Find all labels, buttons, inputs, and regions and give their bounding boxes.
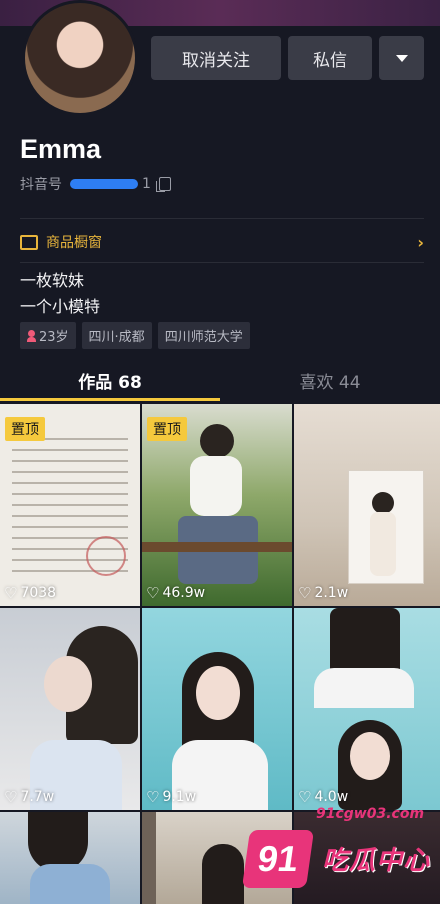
watermark-text: 吃瓜中心 bbox=[322, 846, 431, 876]
figure-body bbox=[314, 668, 414, 708]
active-tab-indicator bbox=[0, 398, 220, 401]
video-thumbnail[interactable] bbox=[0, 812, 140, 904]
douyin-id: 抖音号 1 bbox=[20, 174, 171, 194]
like-count: ♡ 46.9w bbox=[146, 584, 205, 602]
pinned-badge: 置顶 bbox=[5, 417, 45, 441]
tab-works[interactable]: 作品 68 bbox=[0, 360, 220, 400]
divider bbox=[20, 262, 424, 263]
heart-icon: ♡ bbox=[146, 788, 160, 806]
douyin-id-label: 抖音号 bbox=[20, 177, 62, 193]
redacted-id bbox=[70, 179, 138, 189]
video-thumbnail[interactable]: 置顶 ♡ 46.9w bbox=[142, 404, 292, 606]
profile-tags: 23岁 四川·成都 四川师范大学 bbox=[20, 322, 250, 349]
bio-line: 一个小模特 bbox=[20, 297, 101, 316]
message-button[interactable]: 私信 bbox=[288, 36, 372, 80]
figure-body bbox=[190, 456, 242, 516]
like-count: ♡ 2.1w bbox=[298, 584, 348, 602]
like-count-value: 9.1w bbox=[162, 789, 197, 805]
shop-icon bbox=[20, 234, 38, 250]
bench bbox=[142, 542, 292, 552]
heart-icon: ♡ bbox=[298, 788, 312, 806]
figure-body bbox=[370, 512, 396, 576]
site-watermark: 91 91cgw03.com 吃瓜中心 bbox=[240, 806, 430, 892]
like-count: ♡ 7038 bbox=[4, 584, 56, 602]
age-label: 23岁 bbox=[39, 330, 69, 345]
unfollow-button[interactable]: 取消关注 bbox=[151, 36, 281, 80]
heart-icon: ♡ bbox=[4, 788, 18, 806]
like-count: ♡ 9.1w bbox=[146, 788, 196, 806]
video-thumbnail[interactable]: ♡ 9.1w bbox=[142, 608, 292, 810]
like-count: ♡ 4.0w bbox=[298, 788, 348, 806]
like-count-value: 7038 bbox=[20, 585, 57, 601]
female-icon bbox=[27, 329, 36, 342]
more-button[interactable] bbox=[379, 36, 424, 80]
figure-hair bbox=[202, 844, 244, 904]
like-count-value: 4.0w bbox=[314, 789, 349, 805]
chevron-down-icon bbox=[395, 54, 408, 62]
like-count: ♡ 7.7w bbox=[4, 788, 54, 806]
avatar[interactable] bbox=[22, 0, 138, 116]
like-count-value: 2.1w bbox=[314, 585, 349, 601]
school-tag: 四川师范大学 bbox=[157, 322, 250, 349]
bio-line: 一枚软妹 bbox=[20, 271, 85, 290]
figure-head bbox=[200, 424, 234, 458]
like-count-value: 46.9w bbox=[162, 585, 206, 601]
video-thumbnail[interactable]: ♡ 2.1w bbox=[294, 404, 440, 606]
douyin-id-suffix: 1 bbox=[142, 176, 151, 192]
age-tag: 23岁 bbox=[20, 322, 76, 349]
door-frame bbox=[142, 812, 156, 904]
shop-window-label: 商品橱窗 bbox=[46, 235, 102, 251]
heart-icon: ♡ bbox=[146, 584, 160, 602]
chevron-right-icon: › bbox=[417, 232, 424, 252]
figure-face bbox=[44, 656, 92, 712]
video-thumbnail[interactable]: ♡ 4.0w bbox=[294, 608, 440, 810]
heart-icon: ♡ bbox=[4, 584, 18, 602]
bio: 一枚软妹 一个小模特 bbox=[20, 268, 100, 320]
video-thumbnail[interactable]: 置顶 ♡ 7038 bbox=[0, 404, 140, 606]
watermark-url: 91cgw03.com bbox=[316, 806, 425, 822]
figure-hair bbox=[28, 812, 88, 872]
figure-face bbox=[196, 666, 240, 720]
divider bbox=[20, 218, 424, 219]
pinned-badge: 置顶 bbox=[147, 417, 187, 441]
figure-face bbox=[350, 732, 390, 780]
watermark-logo: 91 bbox=[241, 830, 315, 888]
figure-body bbox=[30, 864, 110, 904]
figure-head bbox=[372, 492, 394, 514]
content-tabs: 作品 68 喜欢 44 bbox=[0, 360, 440, 402]
video-thumbnail[interactable]: ♡ 7.7w bbox=[0, 608, 140, 810]
shop-window-row[interactable]: 商品橱窗 › bbox=[20, 230, 424, 254]
copy-icon[interactable] bbox=[155, 177, 171, 192]
location-tag: 四川·成都 bbox=[81, 322, 152, 349]
username: Emma bbox=[20, 134, 102, 164]
heart-icon: ♡ bbox=[298, 584, 312, 602]
stamp-mark bbox=[86, 536, 126, 576]
tab-likes[interactable]: 喜欢 44 bbox=[220, 360, 440, 400]
like-count-value: 7.7w bbox=[20, 789, 55, 805]
